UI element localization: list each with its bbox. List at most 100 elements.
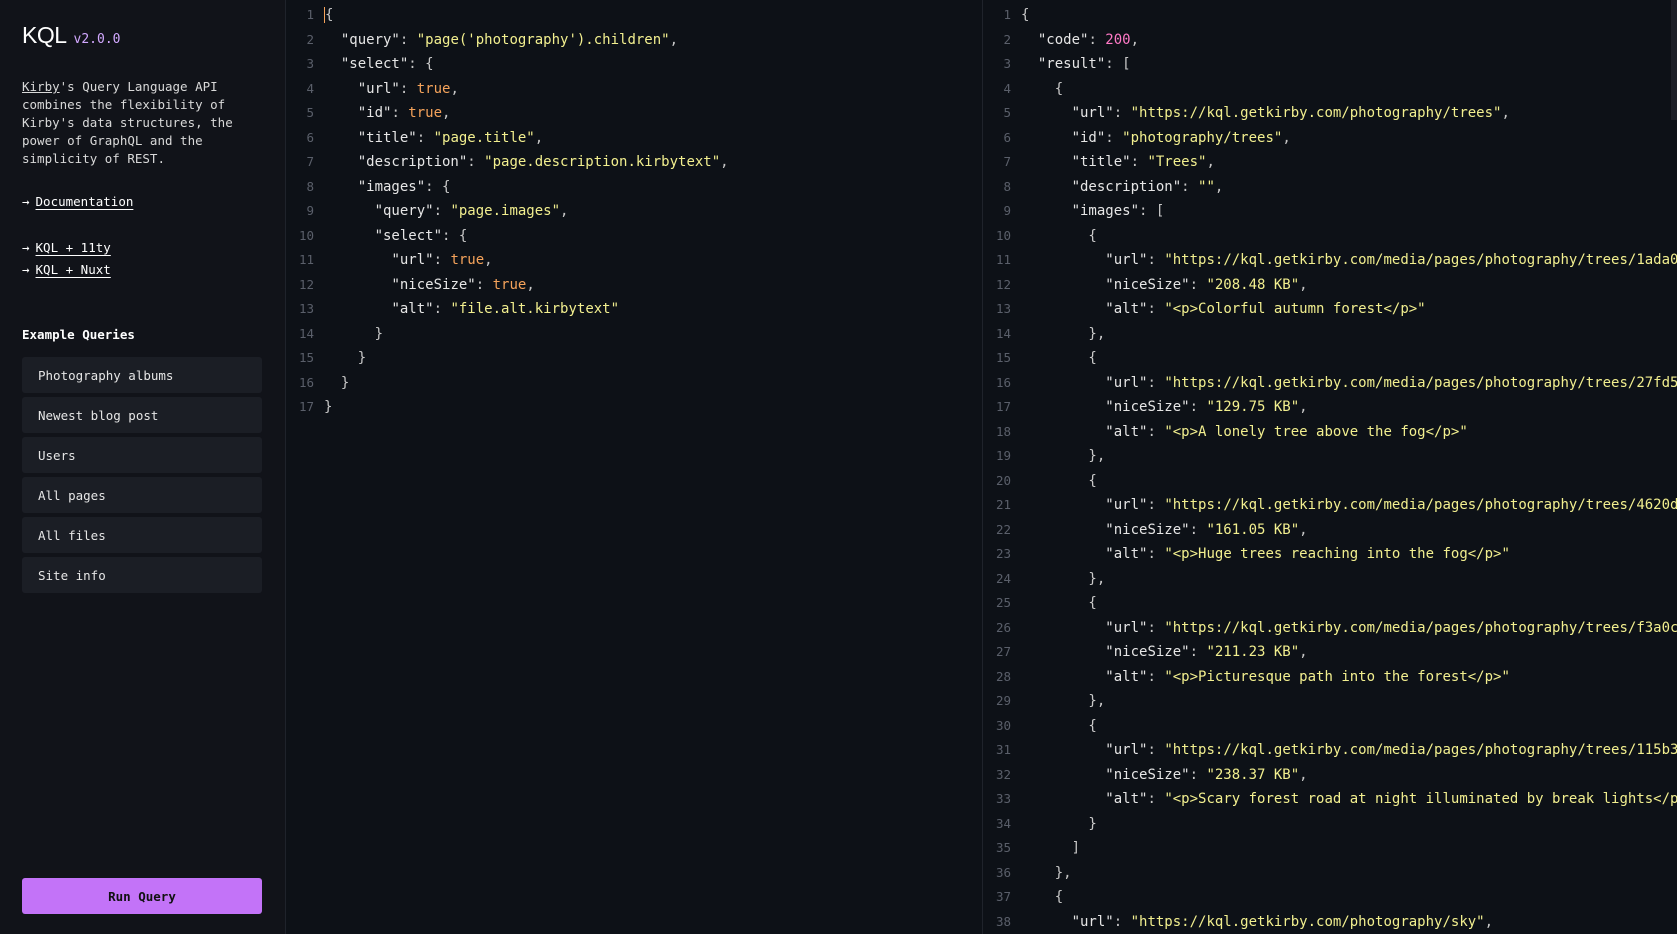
line-number: 25: [995, 595, 1011, 610]
documentation-link[interactable]: → Documentation: [22, 194, 133, 209]
code-token: :: [1189, 521, 1207, 538]
line-number: 14: [298, 325, 314, 341]
code-token: }: [324, 350, 367, 366]
sidebar: KQL v2.0.0 Kirby's Query Language API co…: [0, 0, 286, 934]
code-token: "niceSize": [1105, 521, 1190, 538]
code-token: :: [1189, 766, 1207, 783]
code-line: 16 "url": "https://kql.getkirby.com/medi…: [983, 371, 1677, 396]
code-token: "238.37 KB": [1206, 766, 1300, 783]
example-users[interactable]: Users: [22, 437, 262, 473]
code-line: 9 "images": [: [983, 199, 1164, 224]
line-number: 15: [995, 350, 1011, 365]
code-token: ,: [1299, 766, 1308, 783]
code-line: 38 "url": "https://kql.getkirby.com/phot…: [983, 910, 1493, 934]
result-viewer[interactable]: 1{2 "code": 200, 3 "result": [4 {5 "url":…: [983, 0, 1677, 934]
line-number: 7: [1003, 154, 1011, 169]
code-token: :: [1147, 546, 1165, 562]
code-token: "niceSize": [1105, 766, 1190, 783]
code-token: "page.images": [450, 203, 561, 219]
code-token: "id": [357, 105, 392, 121]
code-line: 20 {: [983, 469, 1097, 494]
code-line: 30 {: [983, 714, 1097, 739]
line-number: 3: [1003, 56, 1011, 71]
code-token: :: [475, 276, 493, 293]
code-token: },: [1021, 570, 1106, 587]
line-number: 6: [1003, 129, 1011, 145]
code-token: ,: [1484, 913, 1494, 930]
code-token: :: [433, 252, 451, 268]
code-token: :: [1189, 399, 1207, 415]
code-line: 29 },: [983, 689, 1105, 714]
example-all-files[interactable]: All files: [22, 517, 262, 553]
line-number: 35: [995, 840, 1011, 855]
code-line: 25 {: [983, 591, 1097, 616]
code-line: 18 "alt": "<p>A lonely tree above the fo…: [983, 420, 1468, 445]
example-photography-albums[interactable]: Photography albums: [22, 357, 262, 393]
line-number: 24: [995, 570, 1011, 586]
line-number: 37: [995, 889, 1011, 904]
code-token: "url": [1105, 742, 1148, 758]
code-line: 1{: [983, 3, 1029, 28]
code-token: ,: [669, 31, 679, 48]
code-token: "niceSize": [391, 276, 476, 293]
code-line: 13 "alt": "<p>Colorful autumn forest</p>…: [983, 297, 1426, 322]
code-token: "alt": [1105, 668, 1148, 685]
code-line: 9 "query": "page.images",: [286, 199, 568, 224]
code-token: "niceSize": [1105, 399, 1190, 415]
code-token: }: [324, 325, 384, 342]
line-number: 5: [306, 105, 314, 120]
query-editor[interactable]: 1{2 "query": "page('photography').childr…: [286, 0, 983, 934]
code-token: ,: [484, 252, 493, 268]
code-token: "description": [1071, 178, 1182, 195]
code-line: 13 "alt": "file.alt.kirbytext": [286, 297, 619, 322]
code-token: "https://kql.getkirby.com/photography/sk…: [1130, 913, 1485, 930]
line-number: 38: [995, 913, 1011, 929]
code-token: :: [1147, 423, 1165, 440]
code-token: : {: [425, 178, 451, 195]
kql-nuxt-link[interactable]: → KQL + Nuxt: [22, 262, 111, 277]
code-token: "description": [357, 154, 468, 170]
code-token: "url": [1071, 105, 1114, 121]
code-token: :: [1189, 644, 1207, 660]
code-line: 2 "code": 200,: [983, 28, 1139, 53]
kirby-link[interactable]: Kirby: [22, 79, 60, 94]
code-line: 17}: [286, 395, 333, 420]
result-scrollbar[interactable]: [1671, 0, 1677, 120]
example-queries-list: Photography albums Newest blog post User…: [22, 357, 262, 597]
line-number: 10: [298, 227, 314, 243]
code-token: "alt": [1105, 791, 1148, 807]
code-token: "url": [391, 252, 434, 268]
code-line: 3 "select": {: [286, 52, 433, 77]
example-newest-blog-post[interactable]: Newest blog post: [22, 397, 262, 433]
code-line: 6 "title": "page.title",: [286, 126, 543, 151]
code-token: :: [1147, 252, 1165, 268]
code-token: 200: [1105, 31, 1131, 48]
code-line: 5 "id": true,: [286, 101, 450, 126]
code-token: true: [408, 105, 443, 121]
code-line: 32 "niceSize": "238.37 KB",: [983, 763, 1308, 788]
code-line: 22 "niceSize": "161.05 KB",: [983, 518, 1308, 543]
code-token: },: [1021, 864, 1072, 881]
code-line: 7 "description": "page.description.kirby…: [286, 150, 728, 175]
code-token: : {: [442, 227, 468, 244]
example-all-pages[interactable]: All pages: [22, 477, 262, 513]
code-token: "https://kql.getkirby.com/media/pages/ph…: [1164, 252, 1677, 268]
code-line: 4 {: [983, 77, 1063, 102]
code-line: 10 {: [983, 224, 1097, 249]
code-token: "alt": [1105, 301, 1148, 317]
code-line: 11 "url": true,: [286, 248, 493, 273]
kql-11ty-link[interactable]: → KQL + 11ty: [22, 240, 111, 255]
example-site-info[interactable]: Site info: [22, 557, 262, 593]
run-query-button[interactable]: Run Query: [22, 878, 262, 914]
code-token: "url": [1105, 497, 1148, 513]
code-token: "query": [374, 203, 434, 219]
